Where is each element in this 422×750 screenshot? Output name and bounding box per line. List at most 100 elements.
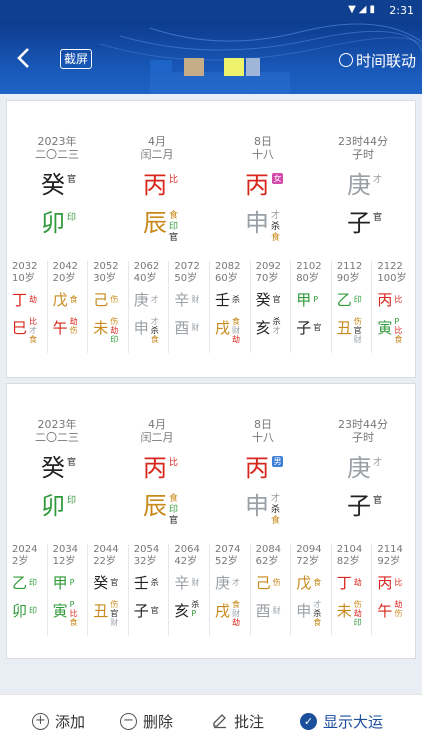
luck-column[interactable]: 2034 12岁甲 P 寅 P 比食 (48, 544, 88, 644)
column-divider (371, 544, 373, 636)
pillar-date-cn: 闰二月 (140, 431, 174, 444)
pillar-date: 23时44分 (338, 135, 388, 148)
time-sync-toggle[interactable]: 时间联动 (338, 50, 416, 70)
screenshot-button[interactable]: 截屏 (60, 49, 93, 69)
luck-column[interactable]: 2054 32岁壬杀子官 (129, 544, 169, 644)
luck-branch-tag: 食 (313, 618, 322, 627)
luck-column[interactable]: 2112 90岁乙印丑伤官财 (332, 261, 372, 361)
stem-char: 丙 (143, 454, 167, 482)
luck-branch-tag: 伤 (110, 317, 119, 326)
luck-column[interactable]: 2114 92岁丙比午劫伤 (372, 544, 412, 644)
luck-stem: 甲 (52, 574, 68, 592)
luck-year: 2114 (377, 544, 403, 555)
column-divider (87, 261, 89, 353)
luck-column[interactable]: 2082 60岁壬杀戌食财劫 (210, 261, 250, 361)
show-luck-toggle[interactable]: ✓ 显示大运 (300, 709, 383, 733)
column-divider (127, 261, 129, 353)
pillar-date: 8日 (254, 135, 272, 148)
stem-char: 癸 (41, 454, 65, 482)
luck-branch: 寅 (52, 602, 68, 620)
luck-branch-tag: 财 (191, 323, 200, 332)
luck-column[interactable]: 2092 70岁癸官亥杀才 (251, 261, 291, 361)
back-arrow-icon[interactable] (12, 46, 36, 70)
luck-column[interactable]: 2072 50岁辛财酉财 (169, 261, 209, 361)
annotate-label: 批注 (234, 712, 265, 731)
luck-branch-tag: 比 (69, 609, 78, 618)
add-button[interactable]: + 添加 (32, 709, 85, 733)
pillar-date-cn: 十八 (252, 148, 274, 161)
luck-age: 82岁 (336, 556, 360, 567)
luck-branch-tag: P (394, 317, 400, 326)
luck-column[interactable]: 2064 42岁辛财亥杀 P (169, 544, 209, 644)
luck-branch-tag: 比 (394, 326, 403, 335)
branch-tag: 印 (67, 213, 77, 223)
luck-branch-tag: 财 (272, 606, 281, 615)
branch-tag: 官 (169, 233, 179, 243)
branch-tag: 印 (169, 505, 179, 515)
plus-icon: + (32, 712, 49, 730)
luck-age: 62岁 (255, 556, 279, 567)
luck-year: 2054 (133, 544, 160, 555)
luck-column[interactable]: 2084 62岁己伤酉财 (251, 544, 291, 644)
luck-age: 30岁 (93, 273, 116, 284)
luck-branch: 酉 (255, 602, 271, 620)
luck-year: 2072 (174, 261, 200, 272)
luck-stem: 己 (255, 574, 271, 592)
luck-year: 2052 (93, 261, 119, 272)
luck-column[interactable]: 2102 80岁甲 P 子官 (291, 261, 331, 361)
luck-branch-tag: 才 (29, 326, 37, 335)
luck-branch: 亥 (174, 602, 190, 620)
luck-column[interactable]: 2094 72岁戊食申才杀食 (291, 544, 331, 644)
luck-year: 2102 (296, 261, 322, 272)
luck-branch-tag: 食 (232, 600, 240, 609)
luck-column[interactable]: 2032 10岁丁劫巳比才食 (7, 261, 47, 361)
luck-branch-tag: 伤 (110, 600, 119, 609)
luck-column[interactable]: 2052 30岁己伤未伤劫印 (88, 261, 128, 361)
luck-age: 92岁 (377, 556, 401, 567)
luck-stem: 乙 (336, 291, 352, 309)
luck-branch-tag: 财 (232, 609, 240, 618)
luck-branch-tag: 官 (313, 323, 322, 332)
luck-column[interactable]: 2104 82岁丁劫未伤劫印 (332, 544, 372, 644)
bottom-toolbar: + 添加 − 删除 批注 ✓ 显示大运 (0, 694, 422, 750)
minus-icon: − (120, 712, 137, 730)
branch-char: 子 (347, 209, 371, 237)
luck-stem-tag: P (313, 295, 319, 304)
luck-branch-tag: 劫 (110, 326, 119, 335)
pillar-year: 2023年 二〇二三 (7, 135, 107, 161)
luck-stem: 辛 (174, 291, 190, 309)
luck-branch: 寅 (377, 319, 393, 337)
stem-char: 庚 (347, 171, 371, 199)
luck-age: 22岁 (93, 556, 116, 567)
luck-column[interactable]: 2122 100岁丙比寅 P 比食 (372, 261, 412, 361)
luck-branch-tag: 印 (353, 618, 362, 627)
delete-button[interactable]: − 删除 (120, 709, 173, 733)
luck-column[interactable]: 2042 20岁戊食午劫伤 (48, 261, 88, 361)
luck-age: 10岁 (12, 273, 35, 284)
luck-age: 72岁 (296, 556, 319, 567)
bazi-chart-1: 2023年 二〇二三 4月 闰二月 8日 十八 23时44分 子时 癸 官 丙 … (6, 100, 416, 378)
column-divider (127, 544, 129, 636)
luck-branch: 戌 (215, 602, 231, 620)
column-divider (46, 544, 48, 636)
branch-tag: 官 (373, 496, 383, 506)
luck-branch-tag: P (191, 609, 197, 618)
luck-age: 32岁 (133, 556, 157, 567)
stem-tag: 比 (169, 175, 179, 185)
luck-branch-tag: 才 (272, 326, 281, 335)
annotate-button[interactable]: 批注 (212, 709, 264, 733)
luck-column[interactable]: 2044 22岁癸官丑伤官财 (88, 544, 128, 644)
luck-column[interactable]: 2074 52岁庚才戌食财劫 (210, 544, 250, 644)
luck-stem: 甲 (296, 291, 312, 309)
stem-tag: 官 (67, 175, 77, 185)
luck-branch-tag: 印 (110, 335, 119, 344)
edit-icon (213, 714, 226, 729)
luck-branch-tag: 劫 (394, 600, 403, 609)
luck-stem-tag: 劫 (29, 295, 37, 304)
luck-column[interactable]: 2062 40岁庚才申才杀食 (129, 261, 169, 361)
luck-branch-tag: 官 (353, 326, 362, 335)
luck-branch-tag: 官 (150, 606, 159, 615)
pillar-hour: 23时44分 子时 (313, 135, 413, 161)
luck-branch: 未 (336, 602, 352, 620)
luck-column[interactable]: 2024 2岁乙印卯印 (7, 544, 47, 644)
